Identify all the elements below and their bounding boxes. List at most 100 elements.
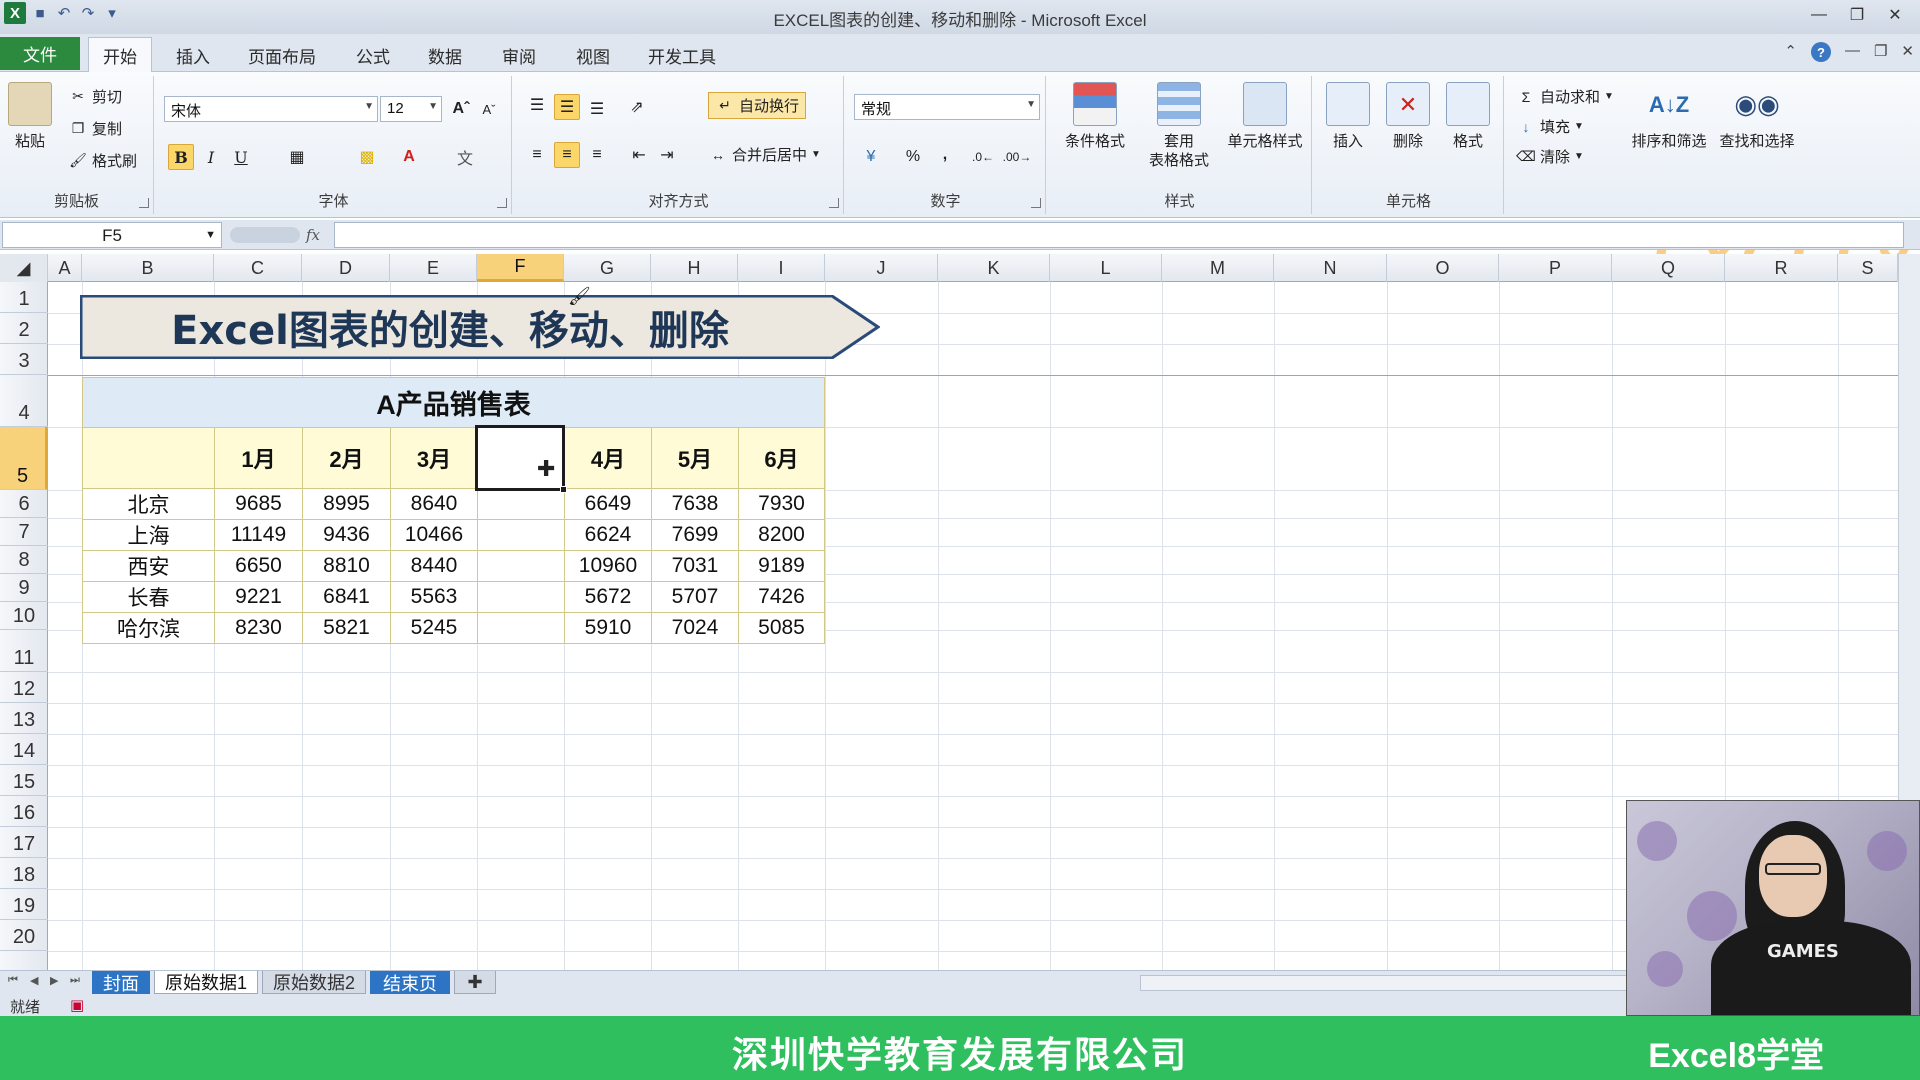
font-launcher-icon[interactable] xyxy=(497,198,507,208)
value-cell[interactable]: 6649 xyxy=(564,488,652,520)
macro-record-icon[interactable]: ▣ xyxy=(70,996,84,1014)
decrease-decimal-icon[interactable]: .00→ xyxy=(1003,144,1032,170)
insert-sheet-icon[interactable]: ✚ xyxy=(454,971,496,994)
row-header[interactable]: 9 xyxy=(0,574,48,602)
autosum-button[interactable]: Σ 自动求和 ▼ xyxy=(1516,86,1614,107)
value-cell[interactable]: 5245 xyxy=(390,612,478,644)
row-header[interactable]: 3 xyxy=(0,344,48,375)
value-cell[interactable]: 9685 xyxy=(214,488,303,520)
tab-home[interactable]: 开始 xyxy=(88,37,152,73)
font-color-icon[interactable]: A xyxy=(396,144,422,170)
tab-formulas[interactable]: 公式 xyxy=(342,38,404,72)
first-sheet-icon[interactable]: ⏮ xyxy=(8,974,18,987)
fill-color-icon[interactable]: ▩ xyxy=(354,144,380,170)
restore-icon[interactable]: ❐ xyxy=(1838,2,1876,28)
value-cell[interactable]: 8230 xyxy=(214,612,303,644)
close-icon[interactable]: ✕ xyxy=(1876,2,1914,28)
italic-button[interactable]: I xyxy=(198,144,224,170)
value-cell[interactable]: 8810 xyxy=(302,550,391,582)
city-cell[interactable]: 北京 xyxy=(82,488,215,520)
tab-insert[interactable]: 插入 xyxy=(162,38,224,72)
column-header[interactable]: E xyxy=(390,254,477,282)
row-header[interactable]: 4 xyxy=(0,375,48,427)
column-header[interactable]: H xyxy=(651,254,738,282)
value-cell[interactable]: 7930 xyxy=(738,488,825,520)
row-header[interactable]: 12 xyxy=(0,672,48,703)
column-header[interactable]: Q xyxy=(1612,254,1725,282)
value-cell[interactable] xyxy=(477,581,565,613)
merge-center-button[interactable]: ↔ 合并后居中 ▼ xyxy=(708,144,821,165)
font-size-combo[interactable]: 12 ▼ xyxy=(380,96,442,122)
row-header[interactable]: 6 xyxy=(0,490,48,518)
row-header[interactable]: 16 xyxy=(0,796,48,827)
title-banner-shape[interactable]: Excel图表的创建、移动、删除 xyxy=(79,294,881,360)
conditional-format-button[interactable]: 条件格式 xyxy=(1054,82,1136,151)
workbook-close-icon[interactable]: ✕ xyxy=(1901,42,1914,62)
column-header[interactable]: G xyxy=(564,254,651,282)
align-top-icon[interactable]: ☰ xyxy=(524,92,550,118)
last-sheet-icon[interactable]: ⏭ xyxy=(70,974,80,987)
column-header[interactable]: D xyxy=(302,254,390,282)
grow-font-icon[interactable]: Aˆ xyxy=(448,96,474,122)
value-cell[interactable]: 5672 xyxy=(564,581,652,613)
align-bottom-icon[interactable]: ☰ xyxy=(584,96,610,122)
number-format-combo[interactable]: 常规 ▼ xyxy=(854,94,1040,120)
value-cell[interactable]: 7699 xyxy=(651,519,739,551)
sheet-tab-end[interactable]: 结束页 xyxy=(370,971,450,994)
column-header[interactable]: J xyxy=(825,254,938,282)
column-header[interactable]: P xyxy=(1499,254,1612,282)
find-select-button[interactable]: ◉◉ 查找和选择 xyxy=(1714,82,1800,151)
row-header[interactable]: 7 xyxy=(0,518,48,546)
align-left-icon[interactable]: ≡ xyxy=(524,142,550,168)
value-cell[interactable]: 8440 xyxy=(390,550,478,582)
percent-button[interactable]: % xyxy=(900,144,926,170)
row-header[interactable]: 8 xyxy=(0,546,48,574)
city-cell[interactable]: 西安 xyxy=(82,550,215,582)
tab-view[interactable]: 视图 xyxy=(562,38,624,72)
row-header-selected[interactable]: 5 xyxy=(0,427,48,490)
insert-cells-button[interactable]: 插入 xyxy=(1320,82,1376,151)
increase-indent-icon[interactable]: ⇥ xyxy=(654,142,680,168)
delete-cells-button[interactable]: ✕ 删除 xyxy=(1380,82,1436,151)
format-painter-button[interactable]: 🖌 格式刷 xyxy=(68,150,137,171)
value-cell[interactable]: 9189 xyxy=(738,550,825,582)
column-header[interactable]: O xyxy=(1387,254,1499,282)
value-cell[interactable]: 6650 xyxy=(214,550,303,582)
orientation-icon[interactable]: ⇗ xyxy=(624,94,650,120)
month-header[interactable]: 5月 xyxy=(651,427,739,489)
value-cell[interactable]: 5910 xyxy=(564,612,652,644)
value-cell[interactable]: 5563 xyxy=(390,581,478,613)
value-cell[interactable]: 6624 xyxy=(564,519,652,551)
tab-data[interactable]: 数据 xyxy=(414,38,476,72)
value-cell[interactable]: 10466 xyxy=(390,519,478,551)
value-cell[interactable]: 10960 xyxy=(564,550,652,582)
clear-button[interactable]: ⌫ 清除 ▼ xyxy=(1516,146,1584,167)
value-cell[interactable]: 5085 xyxy=(738,612,825,644)
help-icon[interactable]: ? xyxy=(1810,42,1831,62)
row-header[interactable]: 19 xyxy=(0,889,48,920)
row-header[interactable]: 1 xyxy=(0,282,48,313)
value-cell[interactable]: 7031 xyxy=(651,550,739,582)
value-cell[interactable]: 7426 xyxy=(738,581,825,613)
align-right-icon[interactable]: ≡ xyxy=(584,142,610,168)
value-cell[interactable] xyxy=(477,550,565,582)
column-header[interactable]: K xyxy=(938,254,1050,282)
tab-review[interactable]: 审阅 xyxy=(488,38,550,72)
row-header[interactable]: 20 xyxy=(0,920,48,951)
column-header[interactable]: S xyxy=(1838,254,1898,282)
align-middle-icon[interactable]: ☰ xyxy=(554,94,580,120)
cell-styles-button[interactable]: 单元格样式 xyxy=(1220,82,1310,151)
sheet-tab-raw-data-2[interactable]: 原始数据2 xyxy=(262,971,366,994)
row-header[interactable]: 15 xyxy=(0,765,48,796)
name-box[interactable]: F5 ▼ xyxy=(2,222,222,248)
value-cell[interactable]: 5707 xyxy=(651,581,739,613)
format-as-table-button[interactable]: 套用 表格格式 xyxy=(1138,82,1220,170)
shrink-font-icon[interactable]: Aˇ xyxy=(476,96,502,122)
column-header[interactable]: M xyxy=(1162,254,1274,282)
column-header[interactable]: C xyxy=(214,254,302,282)
clipboard-launcher-icon[interactable] xyxy=(139,198,149,208)
column-header[interactable]: R xyxy=(1725,254,1838,282)
month-header[interactable]: 2月 xyxy=(302,427,391,489)
row-header[interactable]: 11 xyxy=(0,630,48,672)
format-cells-button[interactable]: 格式 xyxy=(1440,82,1496,151)
